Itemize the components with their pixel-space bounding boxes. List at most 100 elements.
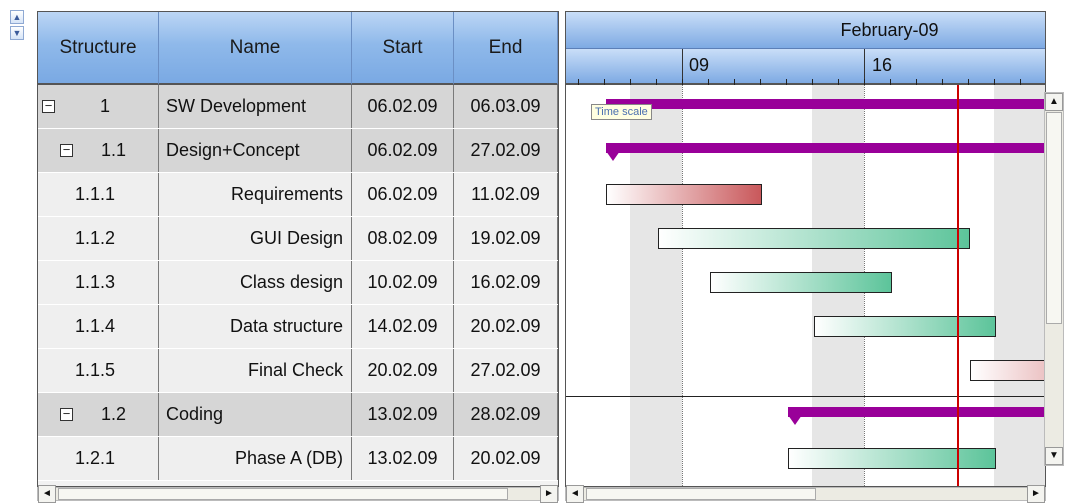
day-tick [578,79,579,85]
month-label: February-09 [840,19,939,40]
table-row[interactable]: 1.1.4 Data structure 14.02.09 20.02.09 [38,305,558,349]
task-bar[interactable] [788,448,996,469]
task-bar[interactable] [814,316,996,337]
end-date-cell: 27.02.09 [454,349,558,392]
day-tick [890,79,891,85]
structure-cell: 1.1.2 [38,217,159,260]
name-cell: Phase A (DB) [159,437,352,480]
collapse-toggle-icon[interactable]: − [60,143,73,157]
day-tick [786,79,787,85]
name-cell: SW Development [159,85,352,128]
structure-number: 1.1.3 [75,272,116,292]
task-bar[interactable] [658,228,970,249]
collapse-toggle-icon[interactable]: − [60,407,73,421]
structure-cell: − 1.2 [38,393,159,436]
name-cell: Class design [159,261,352,304]
task-bar[interactable] [606,184,762,205]
horizontal-scroll-thumb[interactable] [58,488,508,500]
scroll-up-button[interactable]: ▲ [10,10,24,24]
day-tick [734,79,735,85]
summary-bar[interactable] [606,143,1045,153]
table-row[interactable]: 1.2.1 Phase A (DB) 13.02.09 20.02.09 [38,437,558,481]
end-date-cell: 20.02.09 [454,305,558,348]
table-row[interactable]: − 1.1 Design+Concept 06.02.09 27.02.09 [38,129,558,173]
task-grid: Structure Name Start End −1 SW Developmen… [37,11,559,487]
structure-number: 1.1.1 [75,184,116,204]
day-tick [604,79,605,85]
structure-number: 1.1.5 [75,360,116,380]
vertical-scroll-thumb[interactable] [1046,112,1062,324]
column-header-start[interactable]: Start [352,12,454,85]
day-tick [760,79,761,85]
group-divider [566,396,1045,397]
start-date-cell: 06.02.09 [352,129,454,172]
table-row[interactable]: 1.1.3 Class design 10.02.09 16.02.09 [38,261,558,305]
start-date-cell: 08.02.09 [352,217,454,260]
end-date-cell: 28.02.09 [454,393,558,436]
summary-bar[interactable] [606,99,1045,109]
structure-number: 1.1 [101,140,127,160]
start-date-cell: 14.02.09 [352,305,454,348]
structure-number: 1.1.2 [75,228,116,248]
structure-cell: 1.1.1 [38,173,159,216]
end-date-cell: 27.02.09 [454,129,558,172]
table-row[interactable]: 1.1.5 Final Check 20.02.09 27.02.09 [38,349,558,393]
table-row[interactable]: 1.1.2 GUI Design 08.02.09 19.02.09 [38,217,558,261]
scroll-down-button[interactable]: ▼ [10,26,24,40]
table-row[interactable]: −1 SW Development 06.02.09 06.03.09 [38,85,558,129]
name-cell: GUI Design [159,217,352,260]
gantt-chart: February-09 09 16 Time scale [565,11,1046,487]
scroll-left-arrow[interactable]: ◄ [566,485,584,503]
scroll-left-arrow[interactable]: ◄ [38,485,56,503]
structure-cell: 1.2.1 [38,437,159,480]
structure-number: 1.1.4 [75,316,116,336]
end-date-cell: 16.02.09 [454,261,558,304]
week-label-16: 16 [872,55,893,75]
day-scale: 09 16 [566,49,1045,85]
grid-horizontal-scrollbar[interactable]: ◄ ► [37,485,559,503]
horizontal-scroll-thumb[interactable] [586,488,816,500]
structure-number: 1.2.1 [75,448,116,468]
end-date-cell: 20.02.09 [454,437,558,480]
scroll-down-arrow[interactable]: ▼ [1045,447,1063,465]
gantt-horizontal-scrollbar[interactable]: ◄ ► [565,485,1046,503]
start-date-cell: 20.02.09 [352,349,454,392]
name-cell: Data structure [159,305,352,348]
time-scale-tooltip: Time scale [591,104,652,120]
column-header-structure[interactable]: Structure [38,12,159,85]
day-tick [708,79,709,85]
start-date-cell: 06.02.09 [352,173,454,216]
start-date-cell: 13.02.09 [352,437,454,480]
day-tick [942,79,943,85]
table-row[interactable]: − 1.2 Coding 13.02.09 28.02.09 [38,393,558,437]
column-header-name[interactable]: Name [159,12,352,85]
structure-number: 1 [100,96,111,116]
gantt-vertical-scrollbar[interactable]: ▲ ▼ [1044,92,1064,466]
structure-cell: − 1.1 [38,129,159,172]
start-date-cell: 06.02.09 [352,85,454,128]
start-date-cell: 13.02.09 [352,393,454,436]
end-date-cell: 19.02.09 [454,217,558,260]
scroll-right-arrow[interactable]: ► [1027,485,1045,503]
collapse-toggle-icon[interactable]: − [42,99,55,113]
task-bar[interactable] [970,360,1045,381]
column-header-end[interactable]: End [454,12,558,85]
structure-number: 1.2 [101,404,127,424]
summary-start-marker [606,151,620,161]
start-date-cell: 10.02.09 [352,261,454,304]
name-cell: Design+Concept [159,129,352,172]
table-row[interactable]: 1.1.1 Requirements 06.02.09 11.02.09 [38,173,558,217]
structure-cell: −1 [38,85,159,128]
structure-cell: 1.1.5 [38,349,159,392]
scroll-up-arrow[interactable]: ▲ [1045,93,1063,111]
today-line [957,85,959,486]
summary-start-marker [788,415,802,425]
summary-bar[interactable] [788,407,1045,417]
scroll-right-arrow[interactable]: ► [540,485,558,503]
end-date-cell: 11.02.09 [454,173,558,216]
task-bar[interactable] [710,272,892,293]
name-cell: Final Check [159,349,352,392]
structure-cell: 1.1.3 [38,261,159,304]
day-tick [968,79,969,85]
week-label-09: 09 [689,55,710,75]
